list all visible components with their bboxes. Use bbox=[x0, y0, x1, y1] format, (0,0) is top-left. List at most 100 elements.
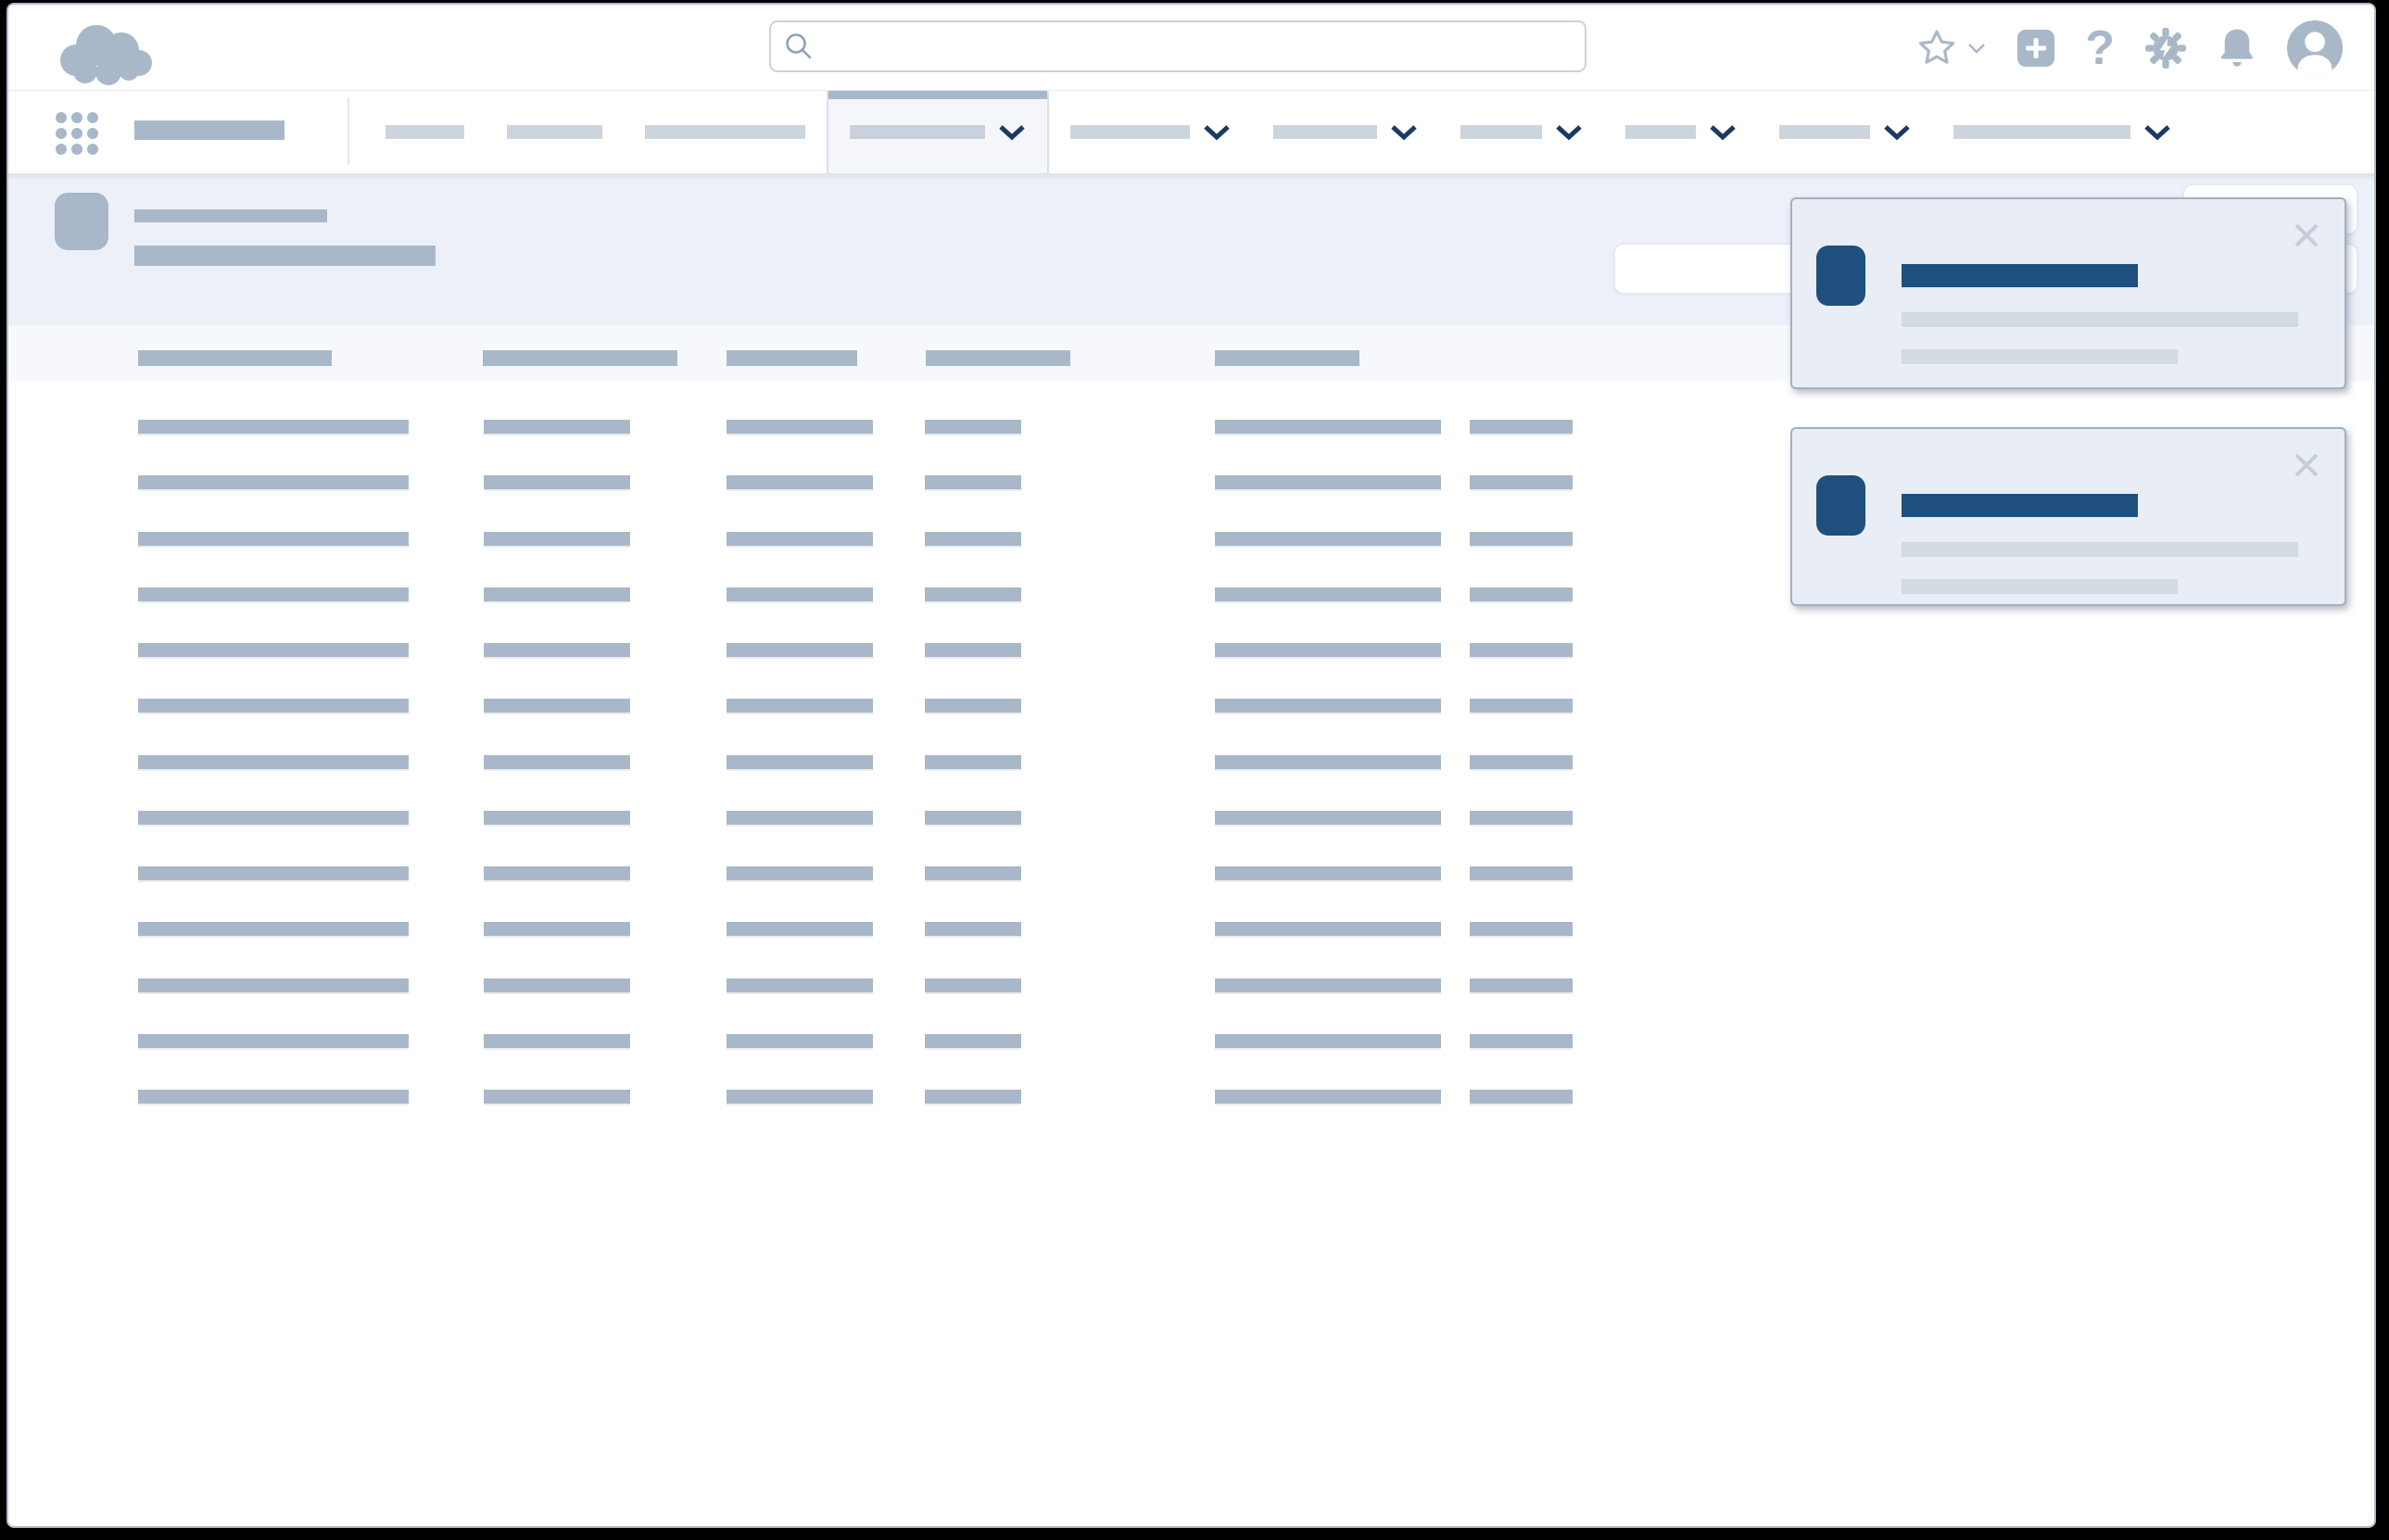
cell-placeholder bbox=[138, 811, 409, 825]
tab-label-placeholder bbox=[1953, 125, 2130, 139]
cell-placeholder bbox=[138, 643, 409, 657]
cell-placeholder bbox=[727, 866, 873, 880]
cell-placeholder bbox=[925, 755, 1021, 769]
record-entity-icon bbox=[55, 193, 108, 250]
cloud-logo bbox=[47, 18, 160, 93]
cell-placeholder bbox=[925, 1090, 1021, 1104]
app-launcher-waffle-icon[interactable] bbox=[56, 112, 96, 153]
nav-tab[interactable] bbox=[1252, 91, 1439, 173]
column-header-placeholder[interactable] bbox=[727, 350, 857, 366]
cell-placeholder bbox=[925, 643, 1021, 657]
table-row[interactable] bbox=[8, 866, 2374, 922]
table-row[interactable] bbox=[8, 1034, 2374, 1090]
nav-tab[interactable] bbox=[1439, 91, 1604, 173]
cell-placeholder bbox=[1215, 699, 1441, 713]
cell-placeholder bbox=[925, 532, 1021, 546]
cell-placeholder bbox=[484, 1090, 630, 1104]
cell-placeholder bbox=[1215, 475, 1441, 489]
cell-placeholder bbox=[1215, 587, 1441, 601]
nav-tab[interactable] bbox=[1049, 91, 1252, 173]
cell-placeholder bbox=[1470, 755, 1573, 769]
table-row[interactable] bbox=[8, 978, 2374, 1034]
header-actions: ? bbox=[1916, 5, 2343, 91]
setup-gear-icon[interactable] bbox=[2144, 27, 2187, 69]
favorites-star-icon[interactable] bbox=[1916, 28, 1957, 69]
cell-placeholder bbox=[1470, 1090, 1573, 1104]
chevron-down-icon bbox=[1203, 124, 1231, 141]
nav-tab[interactable] bbox=[486, 91, 624, 173]
cell-placeholder bbox=[484, 420, 630, 434]
user-avatar[interactable] bbox=[2287, 20, 2343, 76]
nav-tab[interactable] bbox=[1932, 91, 2193, 173]
cell-placeholder bbox=[1470, 532, 1573, 546]
table-row[interactable] bbox=[8, 922, 2374, 978]
page-title-placeholder bbox=[134, 209, 327, 222]
cell-placeholder bbox=[727, 587, 873, 601]
cell-placeholder bbox=[484, 978, 630, 992]
toast-text-line bbox=[1902, 579, 2178, 594]
cell-placeholder bbox=[727, 532, 873, 546]
toast-notification bbox=[1790, 197, 2346, 389]
close-icon[interactable] bbox=[2289, 218, 2324, 253]
cell-placeholder bbox=[138, 699, 409, 713]
cell-placeholder bbox=[1215, 811, 1441, 825]
table-row[interactable] bbox=[8, 1090, 2374, 1145]
global-search bbox=[769, 20, 1586, 72]
cell-placeholder bbox=[1470, 643, 1573, 657]
cell-placeholder bbox=[484, 475, 630, 489]
cell-placeholder bbox=[727, 420, 873, 434]
tab-label-placeholder bbox=[1273, 125, 1377, 139]
toast-text-line bbox=[1902, 542, 2298, 557]
tab-label-placeholder bbox=[386, 125, 464, 139]
chevron-down-icon bbox=[1709, 124, 1737, 141]
cell-placeholder bbox=[138, 532, 409, 546]
favorites-chevron-down-icon[interactable] bbox=[1966, 42, 1987, 55]
column-header-placeholder[interactable] bbox=[138, 350, 332, 366]
nav-tab-selected[interactable] bbox=[827, 91, 1049, 173]
cell-placeholder bbox=[727, 978, 873, 992]
chevron-down-icon bbox=[2143, 124, 2171, 141]
cell-placeholder bbox=[925, 866, 1021, 880]
cell-placeholder bbox=[484, 866, 630, 880]
notifications-bell-icon[interactable] bbox=[2217, 27, 2257, 69]
close-icon[interactable] bbox=[2289, 448, 2324, 483]
column-header-placeholder[interactable] bbox=[483, 350, 677, 366]
cell-placeholder bbox=[138, 922, 409, 936]
nav-tab[interactable] bbox=[364, 91, 486, 173]
table-row[interactable] bbox=[8, 811, 2374, 866]
cell-placeholder bbox=[138, 978, 409, 992]
cell-placeholder bbox=[138, 587, 409, 601]
cell-placeholder bbox=[727, 475, 873, 489]
nav-tab[interactable] bbox=[1604, 91, 1758, 173]
cell-placeholder bbox=[925, 1034, 1021, 1048]
cell-placeholder bbox=[727, 1090, 873, 1104]
chevron-down-icon bbox=[998, 124, 1026, 141]
cell-placeholder bbox=[727, 922, 873, 936]
cell-placeholder bbox=[1215, 643, 1441, 657]
column-header-placeholder[interactable] bbox=[926, 350, 1070, 366]
table-row[interactable] bbox=[8, 643, 2374, 699]
toast-title-placeholder bbox=[1902, 494, 2138, 517]
nav-tab[interactable] bbox=[1758, 91, 1932, 173]
tab-label-placeholder bbox=[1460, 125, 1542, 139]
toast-text-line bbox=[1902, 349, 2178, 364]
cell-placeholder bbox=[138, 866, 409, 880]
cell-placeholder bbox=[1470, 420, 1573, 434]
cell-placeholder bbox=[1470, 699, 1573, 713]
nav-tab[interactable] bbox=[624, 91, 827, 173]
cell-placeholder bbox=[1215, 532, 1441, 546]
cell-placeholder bbox=[484, 755, 630, 769]
cell-placeholder bbox=[484, 532, 630, 546]
table-row[interactable] bbox=[8, 755, 2374, 811]
help-icon[interactable]: ? bbox=[2085, 24, 2115, 72]
global-search-input[interactable] bbox=[815, 22, 1585, 70]
cell-placeholder bbox=[1215, 866, 1441, 880]
cell-placeholder bbox=[1215, 1034, 1441, 1048]
chevron-down-icon bbox=[1883, 124, 1911, 141]
add-plus-icon[interactable] bbox=[2016, 29, 2055, 68]
column-header-placeholder[interactable] bbox=[1215, 350, 1359, 366]
cell-placeholder bbox=[484, 811, 630, 825]
cell-placeholder bbox=[484, 922, 630, 936]
table-row[interactable] bbox=[8, 699, 2374, 754]
cell-placeholder bbox=[138, 1034, 409, 1048]
